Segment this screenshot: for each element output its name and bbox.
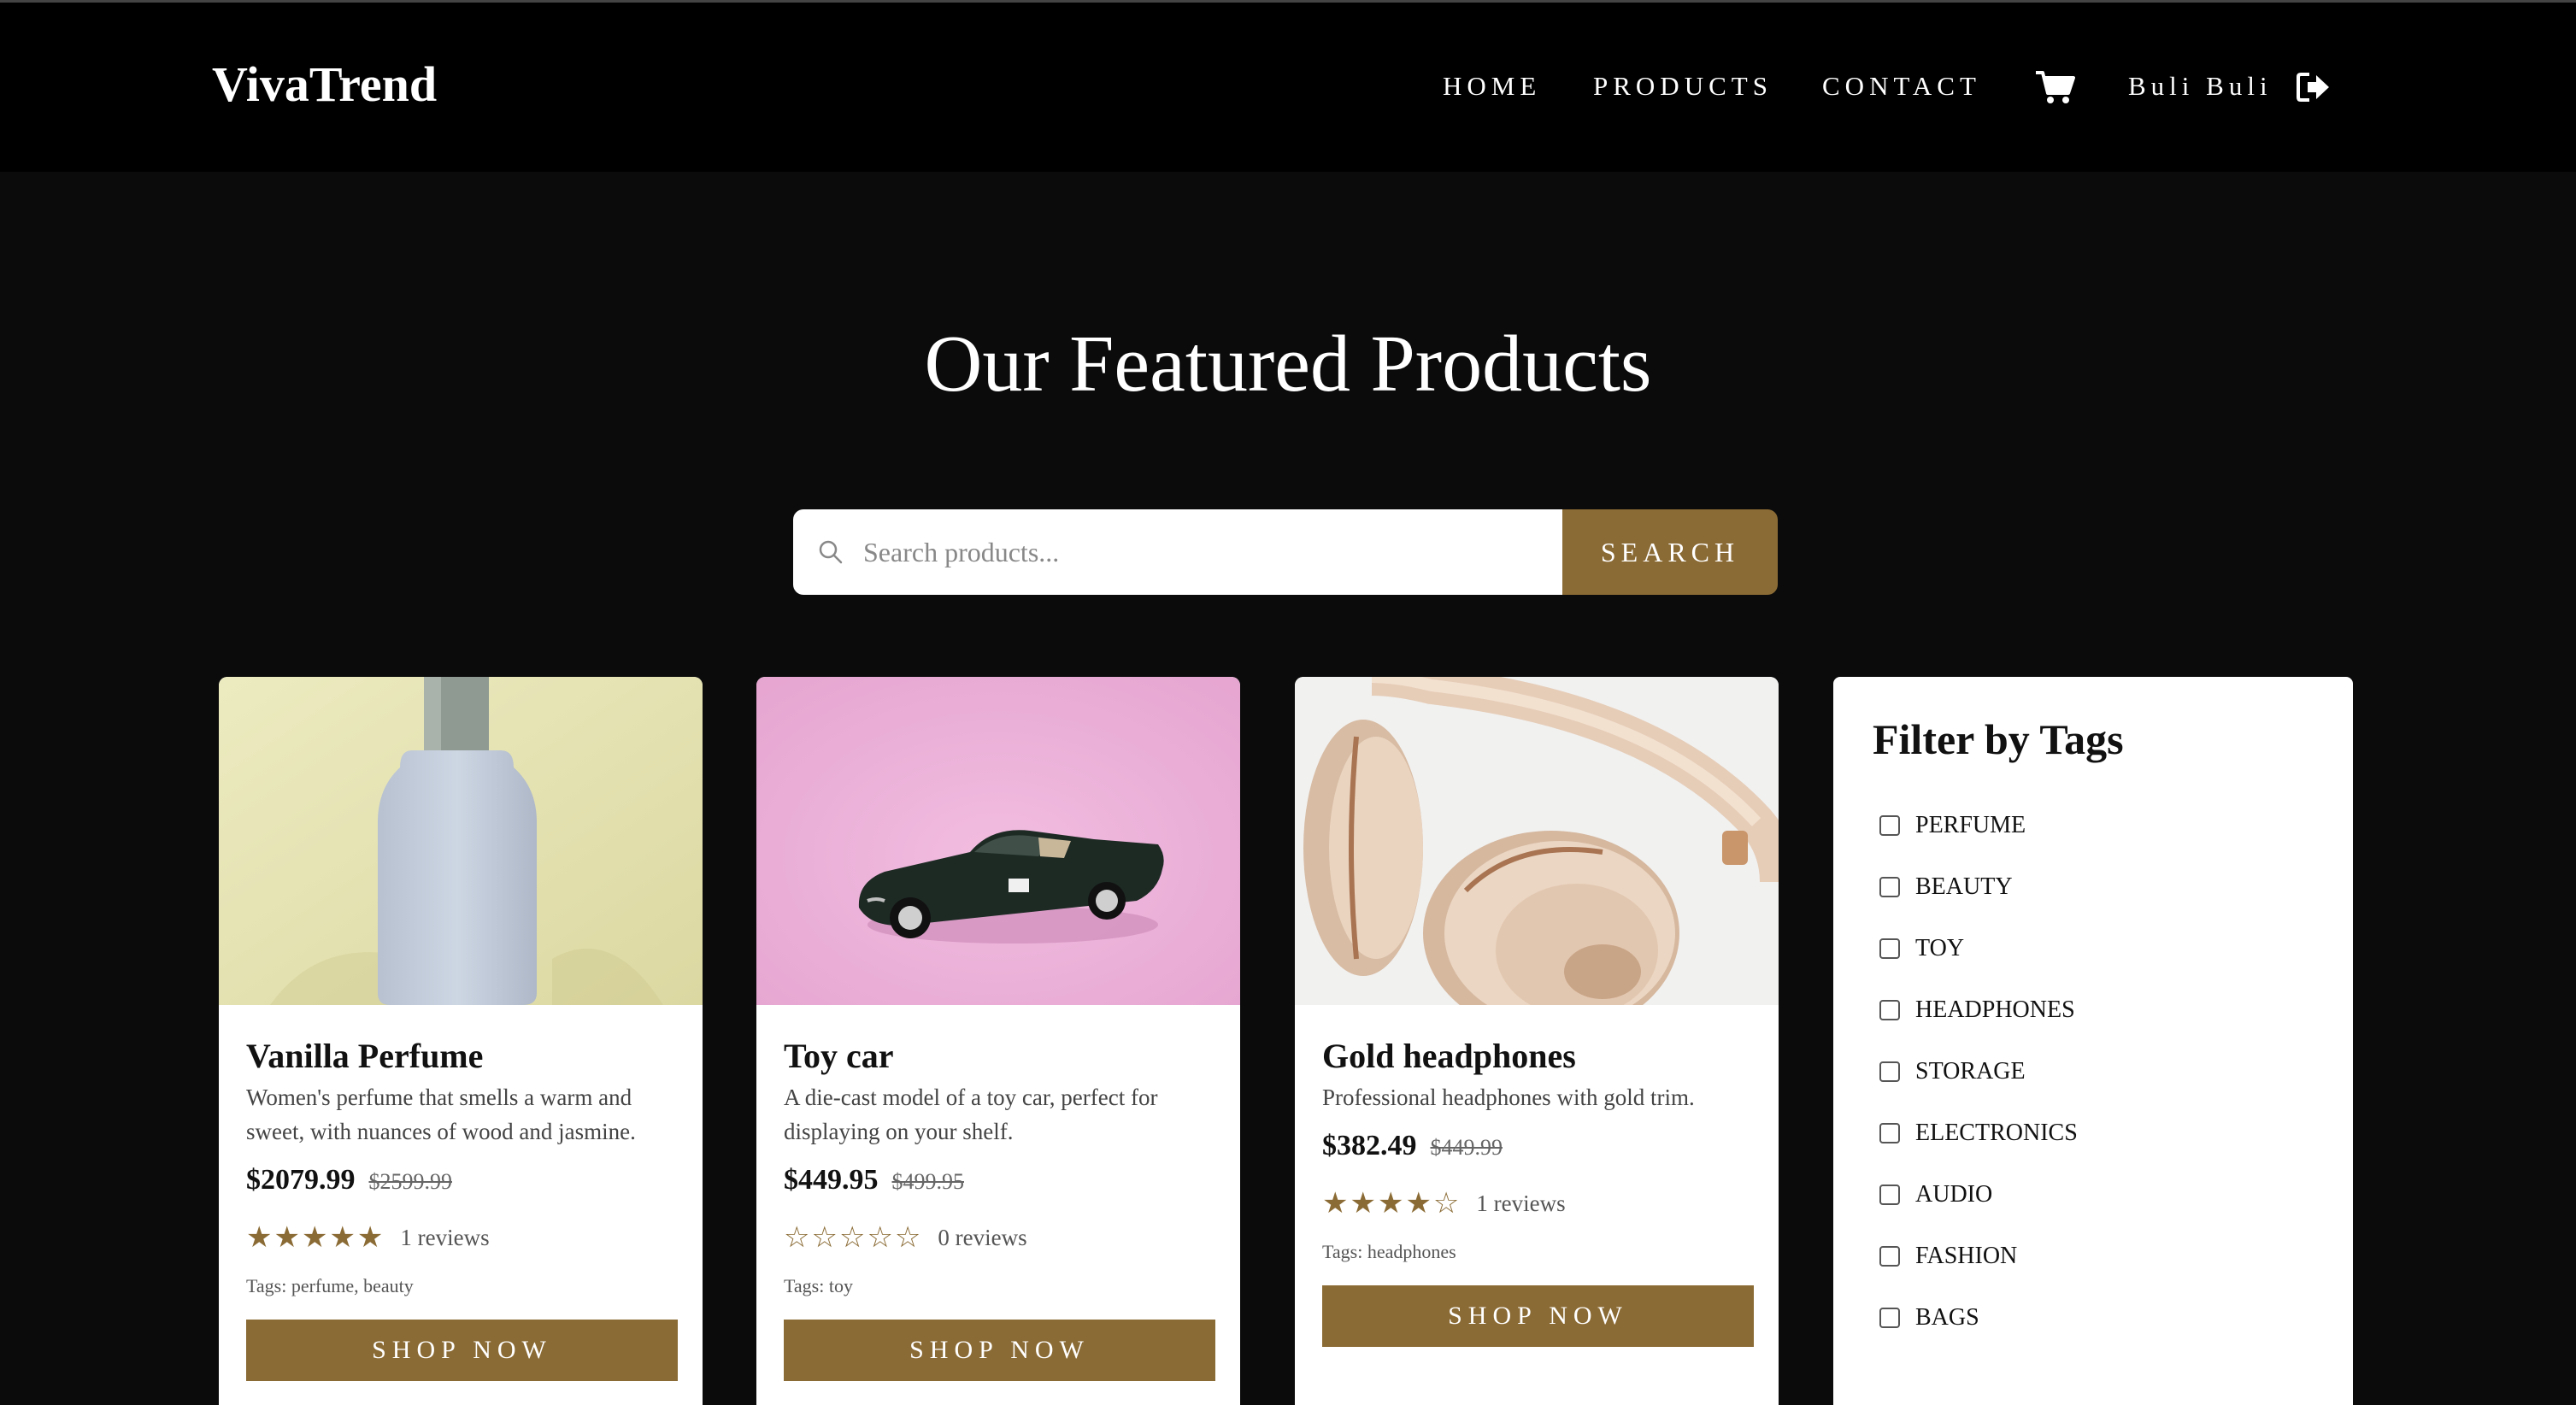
product-description: A die-cast model of a toy car, perfect f…	[784, 1085, 1158, 1144]
filter-item-beauty[interactable]: BEAUTY	[1879, 853, 2078, 921]
product-name[interactable]: Toy car	[784, 1034, 1215, 1079]
product-card: Gold headphones Professional headphones …	[1295, 677, 1779, 1405]
tag-checkbox[interactable]	[1879, 1246, 1900, 1267]
logout-icon[interactable]	[2296, 71, 2332, 103]
filter-panel: Filter by Tags PERFUME BEAUTY TOY HEADPH…	[1833, 677, 2353, 1405]
review-count[interactable]: 1 reviews	[400, 1225, 489, 1251]
search-box	[793, 509, 1562, 595]
filter-item-audio[interactable]: AUDIO	[1879, 1161, 2078, 1229]
tag-checkbox[interactable]	[1879, 1000, 1900, 1020]
filter-item-headphones[interactable]: HEADPHONES	[1879, 976, 2078, 1044]
tag-checkbox[interactable]	[1879, 815, 1900, 836]
tag-checkbox[interactable]	[1879, 1308, 1900, 1328]
product-description: Professional headphones with gold trim.	[1322, 1085, 1695, 1110]
tag-label[interactable]: HEADPHONES	[1915, 996, 2075, 1024]
tag-label[interactable]: AUDIO	[1915, 1181, 1992, 1208]
product-info: Vanilla Perfume Women's perfume that sme…	[246, 1034, 678, 1381]
page-title: Our Featured Products	[924, 320, 1652, 409]
product-old-price: $449.99	[1430, 1135, 1503, 1160]
product-old-price: $2599.99	[368, 1169, 453, 1194]
user-name[interactable]: Buli Buli	[2128, 69, 2273, 103]
tag-label[interactable]: STORAGE	[1915, 1058, 2026, 1085]
price-row: $2079.99 $2599.99	[246, 1164, 678, 1196]
tag-checkbox[interactable]	[1879, 1185, 1900, 1205]
price-row: $382.49 $449.99	[1322, 1130, 1754, 1162]
product-old-price: $499.95	[891, 1169, 965, 1194]
product-image-toy-car[interactable]	[756, 677, 1240, 1005]
shop-now-button[interactable]: SHOP NOW	[246, 1320, 678, 1381]
search-icon	[817, 538, 844, 566]
tag-checkbox[interactable]	[1879, 1061, 1900, 1082]
star-rating-icon: ★★★★☆	[1322, 1186, 1461, 1220]
review-count[interactable]: 1 reviews	[1476, 1190, 1565, 1217]
filter-item-fashion[interactable]: FASHION	[1879, 1222, 2078, 1290]
product-image-perfume[interactable]	[219, 677, 703, 1005]
main-nav: HOME PRODUCTS CONTACT Buli Buli	[0, 69, 2576, 112]
review-count[interactable]: 0 reviews	[938, 1225, 1026, 1251]
filter-tag-list: PERFUME BEAUTY TOY HEADPHONES STORAGE EL…	[1879, 791, 2078, 1352]
star-rating-icon: ★★★★★	[246, 1220, 385, 1255]
filter-item-perfume[interactable]: PERFUME	[1879, 791, 2078, 860]
star-rating-icon: ☆☆☆☆☆	[784, 1220, 923, 1255]
shop-now-button[interactable]: SHOP NOW	[784, 1320, 1215, 1381]
rating-row: ☆☆☆☆☆ 0 reviews	[784, 1220, 1215, 1255]
product-tags: Tags: headphones	[1322, 1241, 1456, 1262]
product-description: Women's perfume that smells a warm and s…	[246, 1085, 636, 1144]
product-price: $449.95	[784, 1164, 879, 1196]
product-name[interactable]: Gold headphones	[1322, 1034, 1754, 1079]
cart-icon[interactable]	[2034, 69, 2075, 105]
tag-label[interactable]: ELECTRONICS	[1915, 1120, 2078, 1147]
filter-title: Filter by Tags	[1873, 715, 2124, 763]
rating-row: ★★★★☆ 1 reviews	[1322, 1186, 1754, 1220]
filter-item-electronics[interactable]: ELECTRONICS	[1879, 1099, 2078, 1167]
nav-contact-link[interactable]: CONTACT	[1822, 69, 1981, 103]
product-image-headphones[interactable]	[1295, 677, 1779, 1005]
tag-checkbox[interactable]	[1879, 1123, 1900, 1143]
tag-label[interactable]: BEAUTY	[1915, 873, 2013, 901]
product-tags: Tags: perfume, beauty	[246, 1275, 414, 1296]
tag-checkbox[interactable]	[1879, 877, 1900, 897]
search-input[interactable]	[793, 509, 1562, 595]
product-info: Toy car A die-cast model of a toy car, p…	[784, 1034, 1215, 1381]
product-card: Toy car A die-cast model of a toy car, p…	[756, 677, 1240, 1405]
tag-checkbox[interactable]	[1879, 938, 1900, 959]
tag-label[interactable]: PERFUME	[1915, 812, 2026, 839]
nav-products-link[interactable]: PRODUCTS	[1593, 69, 1773, 103]
tag-label[interactable]: FASHION	[1915, 1243, 2017, 1270]
shop-now-button[interactable]: SHOP NOW	[1322, 1285, 1754, 1347]
filter-item-storage[interactable]: STORAGE	[1879, 1038, 2078, 1106]
tag-label[interactable]: BAGS	[1915, 1304, 1979, 1332]
product-tags: Tags: toy	[784, 1275, 853, 1296]
rating-row: ★★★★★ 1 reviews	[246, 1220, 678, 1255]
search-button[interactable]: SEARCH	[1562, 509, 1778, 595]
filter-item-toy[interactable]: TOY	[1879, 914, 2078, 983]
product-name[interactable]: Vanilla Perfume	[246, 1034, 678, 1079]
product-price: $382.49	[1322, 1130, 1417, 1161]
product-card: Vanilla Perfume Women's perfume that sme…	[219, 677, 703, 1405]
site-header: VivaTrend HOME PRODUCTS CONTACT Buli Bul…	[0, 3, 2576, 172]
product-info: Gold headphones Professional headphones …	[1322, 1034, 1754, 1347]
product-price: $2079.99	[246, 1164, 356, 1196]
nav-home-link[interactable]: HOME	[1443, 69, 1541, 103]
tag-label[interactable]: TOY	[1915, 935, 1964, 962]
search-bar: SEARCH	[793, 509, 1778, 595]
price-row: $449.95 $499.95	[784, 1164, 1215, 1196]
filter-item-bags[interactable]: BAGS	[1879, 1284, 2078, 1352]
